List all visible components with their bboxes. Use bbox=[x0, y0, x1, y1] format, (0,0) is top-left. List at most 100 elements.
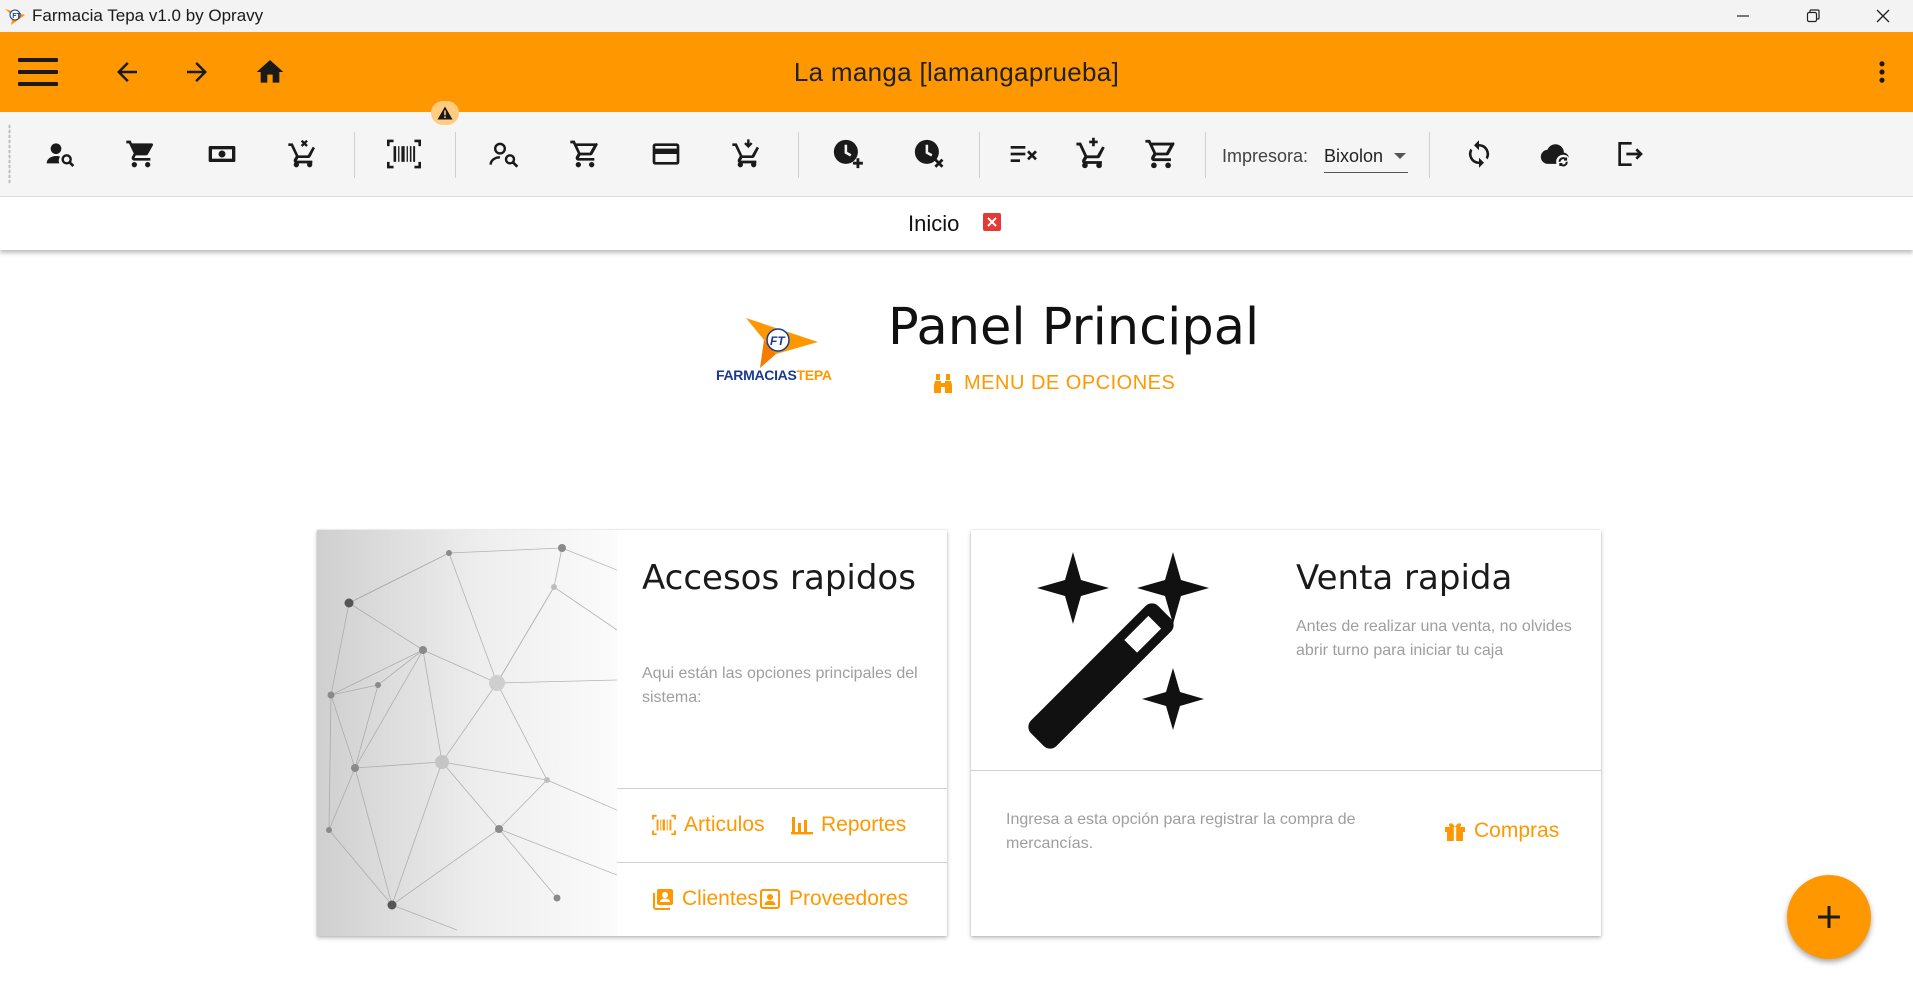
clientes-link[interactable]: Clientes bbox=[652, 887, 758, 911]
window-minimize-button[interactable] bbox=[1708, 0, 1778, 32]
window-close-button[interactable] bbox=[1848, 0, 1913, 32]
brand-text-a: FARMACIAS bbox=[716, 367, 797, 383]
page-title: Panel Principal bbox=[888, 298, 1260, 357]
toolbar-separator bbox=[798, 132, 799, 178]
proveedores-link[interactable]: Proveedores bbox=[759, 887, 908, 911]
restore-icon bbox=[1806, 9, 1820, 23]
barcode-scan-icon bbox=[387, 139, 421, 169]
add-fab-button[interactable] bbox=[1787, 875, 1871, 959]
list-cancel-icon bbox=[1010, 146, 1037, 162]
menu-button[interactable] bbox=[12, 46, 64, 98]
more-vert-icon bbox=[1879, 61, 1885, 83]
printer-label: Impresora: bbox=[1222, 146, 1309, 166]
cart-arrow-down-icon bbox=[732, 139, 759, 168]
compras-label: Compras bbox=[1474, 819, 1560, 842]
brand-text-b: TEPA bbox=[797, 367, 832, 383]
svg-text:FT: FT bbox=[12, 13, 21, 20]
home-button[interactable] bbox=[244, 46, 296, 98]
toolbar-search-client-button[interactable] bbox=[36, 130, 84, 178]
menu-options-link[interactable]: MENU DE OPCIONES bbox=[934, 372, 1175, 395]
cart-plus-icon bbox=[1076, 137, 1105, 169]
window-title: Farmacia Tepa v1.0 by Opravy bbox=[32, 6, 264, 25]
magic-wand-icon bbox=[1028, 552, 1209, 749]
forward-button[interactable] bbox=[171, 46, 223, 98]
toolbar-close-shift-button[interactable] bbox=[905, 130, 953, 178]
toolbar-drag-handle[interactable] bbox=[8, 124, 11, 184]
toolbar-cash-button[interactable] bbox=[198, 130, 246, 178]
user-search-icon bbox=[46, 143, 75, 167]
barcode-icon bbox=[652, 814, 676, 836]
articulos-label: Articulos bbox=[684, 813, 765, 836]
tab-close-button[interactable] bbox=[983, 213, 1001, 231]
toolbar-cancel-list-button[interactable] bbox=[1000, 130, 1048, 178]
close-icon bbox=[1876, 9, 1890, 23]
warning-badge[interactable] bbox=[431, 101, 459, 125]
chevron-down-icon bbox=[1394, 153, 1406, 159]
app-logo-icon: FT bbox=[5, 9, 25, 25]
brand-logo: FT FARMACIASTEPA bbox=[712, 312, 844, 384]
app-bar: La manga [lamangaprueba] bbox=[0, 32, 1913, 112]
quick-sale-description: Antes de realizar una venta, no olvides … bbox=[1296, 618, 1572, 659]
menu-options-label: MENU DE OPCIONES bbox=[964, 372, 1176, 394]
menu-icon bbox=[18, 58, 58, 86]
cart-icon bbox=[570, 140, 598, 168]
toolbar-cart-add-button[interactable] bbox=[1068, 130, 1116, 178]
cart-icon bbox=[126, 140, 154, 168]
back-button[interactable] bbox=[101, 46, 153, 98]
cart-check-icon bbox=[1145, 139, 1175, 169]
card-divider bbox=[617, 788, 947, 789]
articulos-link[interactable]: Articulos bbox=[652, 813, 765, 837]
toolbar-cart-outline-button[interactable] bbox=[561, 130, 609, 178]
home-icon bbox=[256, 60, 284, 83]
toolbar-cart-remove-button[interactable] bbox=[279, 130, 327, 178]
printer-select-value: Bixolon bbox=[1324, 145, 1384, 166]
credit-card-icon bbox=[652, 143, 680, 165]
card-divider bbox=[971, 770, 1601, 771]
reportes-link[interactable]: Reportes bbox=[791, 813, 906, 837]
toolbar-cloud-sync-button[interactable] bbox=[1530, 130, 1578, 178]
network-image bbox=[317, 530, 617, 936]
clock-cancel-icon bbox=[914, 139, 944, 168]
compras-link[interactable]: Compras bbox=[1444, 819, 1559, 843]
cart-remove-icon bbox=[288, 139, 315, 168]
quick-access-card: Accesos rapidos Aqui están las opciones … bbox=[317, 530, 947, 936]
cash-icon bbox=[208, 146, 236, 162]
proveedores-label: Proveedores bbox=[789, 887, 909, 910]
toolbar-logout-button[interactable] bbox=[1605, 130, 1653, 178]
user-search-icon bbox=[489, 142, 519, 168]
toolbar-cart-arrow-button[interactable] bbox=[723, 130, 771, 178]
gift-icon bbox=[1445, 823, 1465, 841]
tab-strip: Inicio bbox=[0, 197, 1913, 250]
toolbar-cart-check-button[interactable] bbox=[1137, 130, 1185, 178]
quick-sale-card: Venta rapida Antes de realizar una venta… bbox=[971, 530, 1601, 936]
printer-select[interactable]: Bixolon bbox=[1324, 140, 1408, 173]
card-divider bbox=[617, 862, 947, 863]
toolbar-barcode-button[interactable] bbox=[380, 130, 428, 178]
purchase-description: Ingresa a esta opción para registrar la … bbox=[1006, 811, 1356, 852]
toolbar-cart-button[interactable] bbox=[117, 130, 165, 178]
toolbar-separator bbox=[979, 132, 980, 178]
close-icon bbox=[987, 217, 997, 227]
plus-icon bbox=[1818, 906, 1840, 928]
brand-logo-icon: FT FARMACIASTEPA bbox=[716, 318, 832, 383]
toolbar-credit-card-button[interactable] bbox=[642, 130, 690, 178]
bar-chart-icon bbox=[791, 817, 813, 835]
toolbar bbox=[0, 112, 1913, 197]
quick-access-description: Aqui están las opciones principales del … bbox=[642, 665, 918, 706]
toolbar-open-shift-button[interactable] bbox=[824, 130, 872, 178]
clock-add-icon bbox=[833, 139, 863, 169]
toolbar-sync-button[interactable] bbox=[1455, 130, 1503, 178]
more-options-button[interactable] bbox=[1856, 46, 1908, 98]
toolbar-separator bbox=[354, 132, 355, 178]
toolbar-separator bbox=[455, 132, 456, 178]
window-titlebar: FT Farmacia Tepa v1.0 by Opravy bbox=[0, 0, 1913, 32]
contact-card-icon bbox=[760, 889, 780, 909]
clientes-label: Clientes bbox=[682, 887, 758, 910]
quick-sale-title: Venta rapida bbox=[1296, 558, 1513, 598]
quick-access-title: Accesos rapidos bbox=[642, 558, 916, 598]
cloud-sync-icon bbox=[1540, 144, 1571, 169]
window-restore-button[interactable] bbox=[1778, 0, 1848, 32]
toolbar-search-supplier-button[interactable] bbox=[480, 130, 528, 178]
tab-inicio[interactable]: Inicio bbox=[908, 211, 959, 237]
svg-text:FARMACIASTEPA: FARMACIASTEPA bbox=[716, 367, 832, 383]
